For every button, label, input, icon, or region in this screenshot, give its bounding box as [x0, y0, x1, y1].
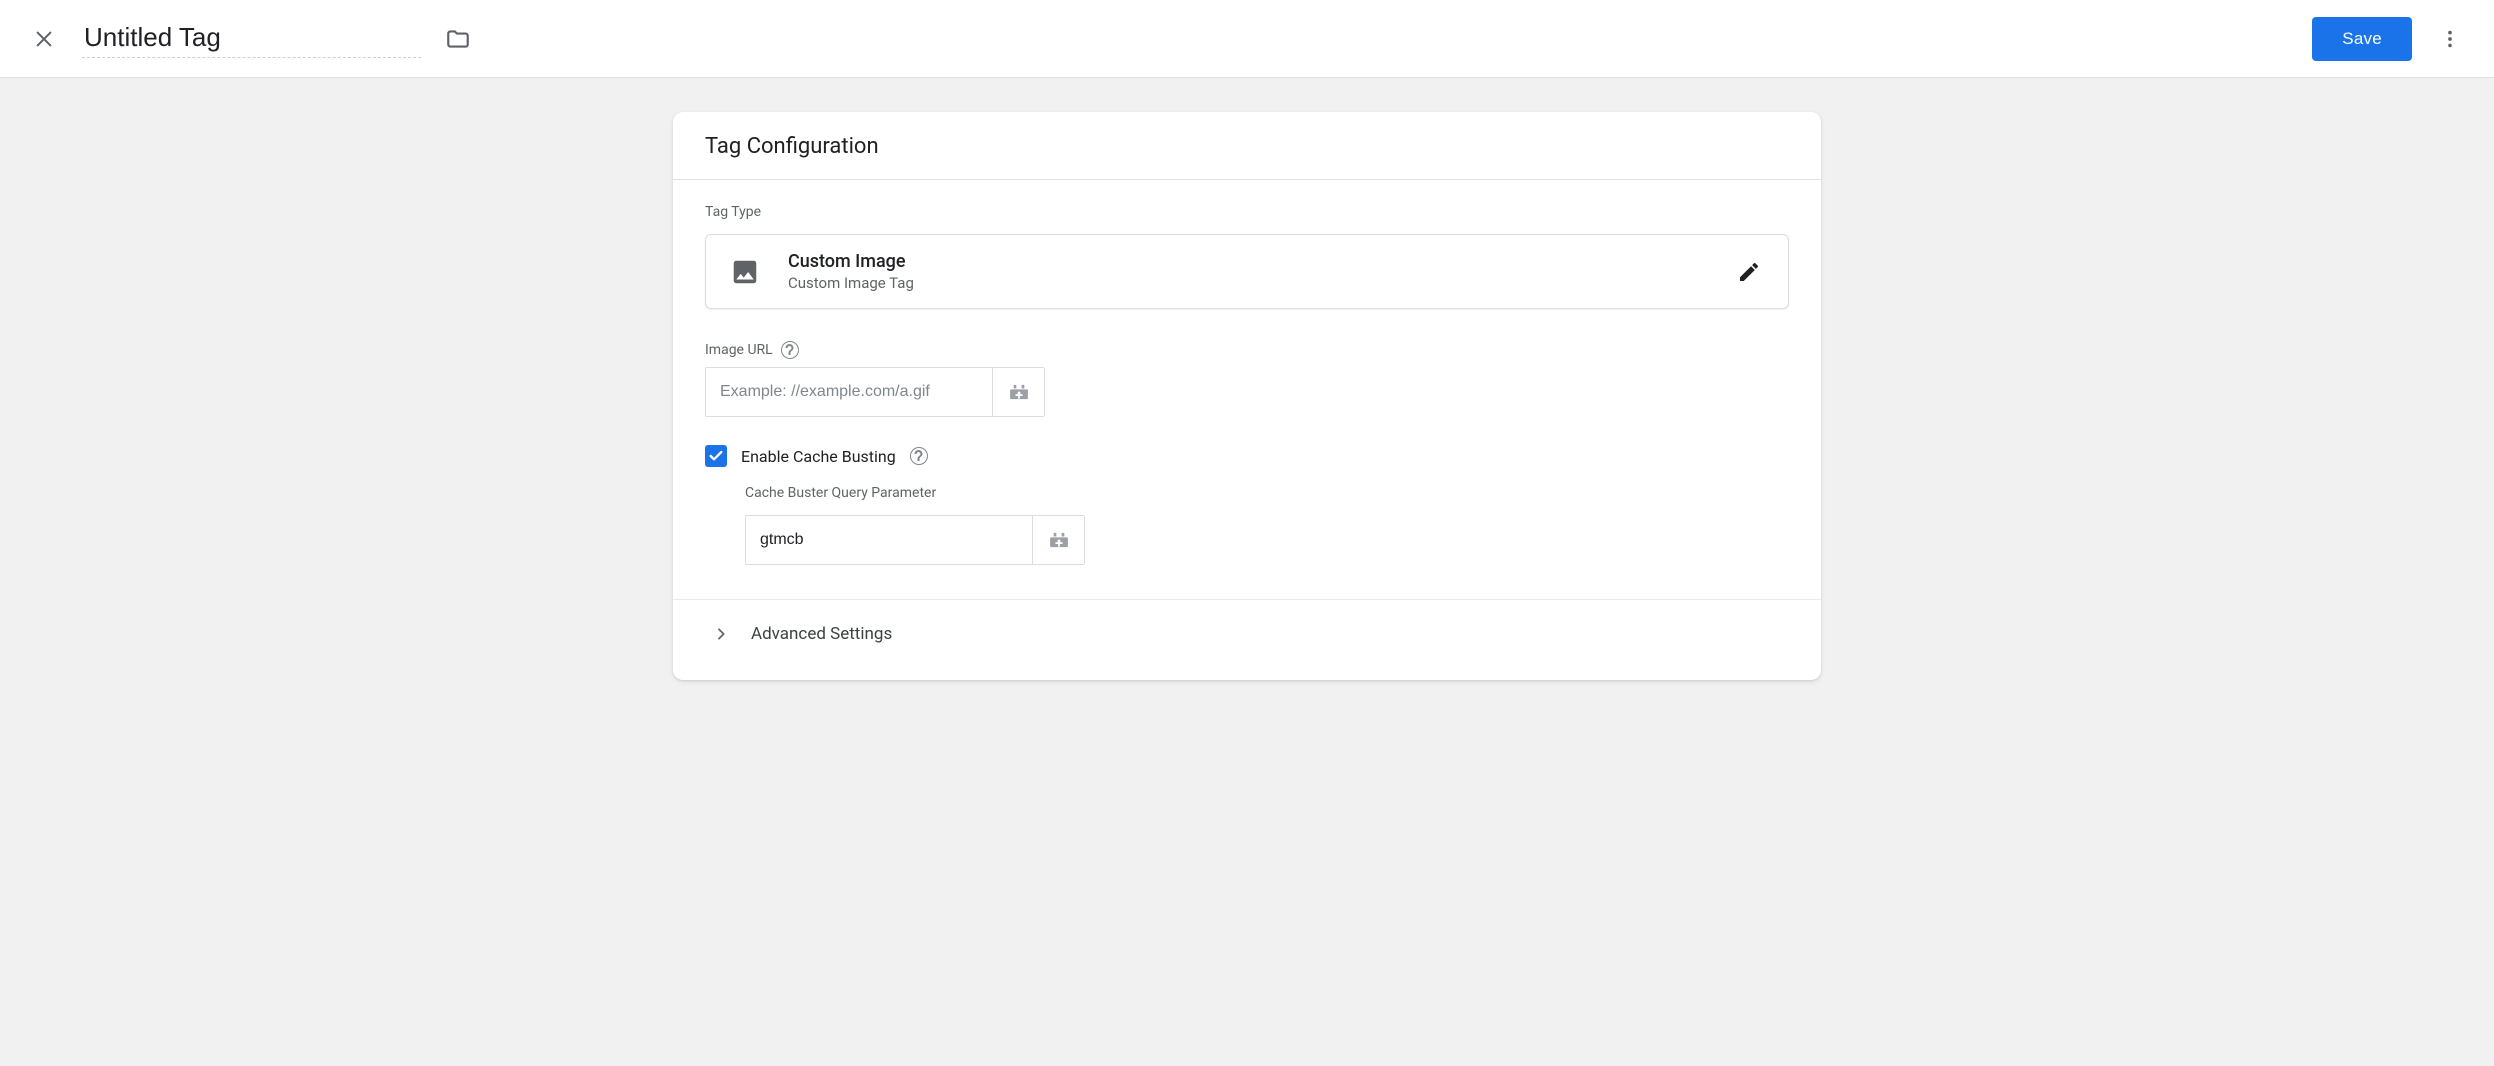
cache-busting-row: Enable Cache Busting	[705, 445, 1789, 467]
check-icon	[708, 448, 724, 464]
image-url-variable-button[interactable]	[993, 367, 1045, 417]
help-icon	[785, 344, 794, 356]
tag-type-name: Custom Image	[788, 251, 1706, 272]
folder-button[interactable]	[439, 20, 477, 58]
edit-tag-type-button[interactable]	[1732, 255, 1766, 289]
tag-configuration-card: Tag Configuration Tag Type Custom Image …	[673, 112, 1821, 680]
content-area: Tag Configuration Tag Type Custom Image …	[0, 78, 2494, 704]
chevron-right-icon	[713, 626, 729, 642]
tag-title-input[interactable]	[82, 20, 421, 58]
more-button[interactable]	[2430, 19, 2470, 59]
variable-icon	[1048, 532, 1070, 548]
top-bar-left	[24, 19, 2312, 59]
folder-icon	[445, 26, 471, 52]
pencil-icon	[1737, 260, 1761, 284]
cache-buster-variable-button[interactable]	[1033, 515, 1085, 565]
cache-buster-sub-section: Cache Buster Query Parameter	[705, 485, 1789, 593]
image-url-label: Image URL	[705, 342, 773, 358]
tag-type-label: Tag Type	[705, 204, 1789, 220]
variable-icon	[1008, 384, 1030, 400]
cache-buster-param-label: Cache Buster Query Parameter	[745, 485, 1789, 501]
close-icon	[33, 28, 55, 50]
image-url-input-row	[705, 367, 1789, 417]
cache-busting-checkbox[interactable]	[705, 445, 727, 467]
tag-type-selector[interactable]: Custom Image Custom Image Tag	[705, 234, 1789, 309]
advanced-settings-label: Advanced Settings	[751, 624, 892, 644]
cache-busting-label: Enable Cache Busting	[741, 447, 896, 466]
tag-type-text: Custom Image Custom Image Tag	[788, 251, 1706, 292]
image-url-input[interactable]	[705, 367, 993, 417]
cache-buster-param-input[interactable]	[745, 515, 1033, 565]
card-body: Tag Type Custom Image Custom Image Tag	[673, 180, 1821, 680]
image-url-label-row: Image URL	[705, 341, 1789, 359]
tag-type-subtitle: Custom Image Tag	[788, 274, 1706, 292]
save-button[interactable]: Save	[2312, 17, 2412, 61]
more-vert-icon	[2439, 28, 2461, 50]
image-icon	[728, 255, 762, 289]
card-title: Tag Configuration	[673, 112, 1821, 180]
top-bar: Save	[0, 0, 2494, 78]
advanced-settings-toggle[interactable]: Advanced Settings	[705, 600, 1789, 672]
help-icon	[914, 450, 923, 462]
image-url-help[interactable]	[781, 341, 799, 359]
close-button[interactable]	[24, 19, 64, 59]
cache-buster-input-row	[745, 515, 1789, 565]
cache-busting-help[interactable]	[910, 447, 928, 465]
